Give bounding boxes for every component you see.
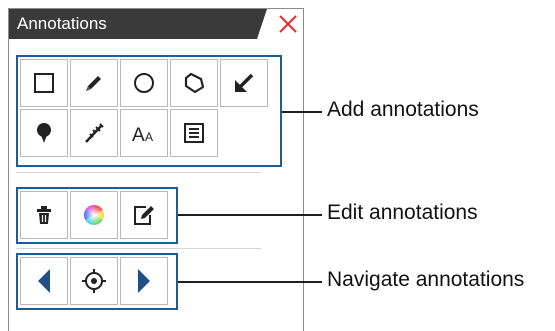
edit-annotations-callout: Edit annotations (327, 201, 478, 224)
navigate-annotations-callout: Navigate annotations (327, 268, 525, 291)
ruler-icon (85, 123, 104, 143)
pin-tool-button[interactable] (20, 109, 68, 157)
text-icon: A A (132, 125, 153, 145)
add-annotations-group: A A (16, 55, 282, 167)
edit-callout-line (178, 214, 322, 216)
rectangle-tool-button[interactable] (20, 59, 68, 107)
svg-text:A: A (145, 130, 153, 144)
trash-icon (37, 206, 51, 224)
edit-annotations-group (16, 187, 178, 244)
polygon-tool-button[interactable] (170, 59, 218, 107)
rectangle-icon (34, 73, 54, 93)
add-callout-line (282, 111, 322, 113)
divider (16, 172, 261, 173)
close-button[interactable] (275, 11, 301, 37)
polygon-icon (184, 72, 205, 94)
note-tool-button[interactable] (170, 109, 218, 157)
next-annotation-button[interactable] (120, 257, 168, 305)
close-icon (279, 15, 297, 33)
navigate-annotations-group (16, 253, 178, 310)
delete-button[interactable] (20, 191, 68, 239)
next-icon (138, 269, 150, 293)
previous-annotation-button[interactable] (20, 257, 68, 305)
navigate-callout-line (178, 281, 322, 283)
panel-tab-bar: Annotations (9, 9, 303, 39)
edit-note-button[interactable] (120, 191, 168, 239)
text-tool-button[interactable]: A A (120, 109, 168, 157)
add-annotations-callout: Add annotations (327, 98, 479, 121)
color-wheel-icon (84, 205, 104, 225)
pencil-tool-button[interactable] (70, 59, 118, 107)
panel-title: Annotations (17, 14, 107, 33)
circle-tool-button[interactable] (120, 59, 168, 107)
arrow-icon (235, 73, 254, 92)
divider (16, 248, 261, 249)
circle-icon (134, 73, 154, 93)
pencil-icon (86, 76, 101, 91)
note-icon (184, 123, 204, 143)
arrow-tool-button[interactable] (220, 59, 268, 107)
svg-text:A: A (132, 125, 145, 145)
color-button[interactable] (70, 191, 118, 239)
edit-note-icon (134, 206, 154, 225)
locate-annotation-button[interactable] (70, 257, 118, 305)
previous-icon (38, 269, 50, 293)
pin-icon (37, 123, 51, 143)
locate-icon (82, 269, 106, 293)
ruler-tool-button[interactable] (70, 109, 118, 157)
